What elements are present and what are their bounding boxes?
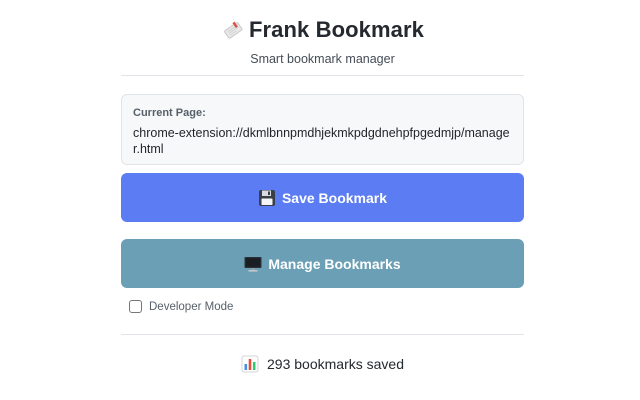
footer: 293 bookmarks saved: [121, 334, 524, 400]
save-bookmark-label: Save Bookmark: [281, 189, 388, 206]
floppy-disk-icon: [258, 189, 276, 207]
manage-bookmarks-button[interactable]: Manage Bookmarks: [121, 239, 524, 288]
developer-mode-toggle[interactable]: Developer Mode: [129, 300, 233, 313]
header: Frank Bookmark Smart bookmark manager: [121, 0, 524, 76]
bar-chart-icon: [241, 355, 259, 373]
app-subtitle: Smart bookmark manager: [250, 52, 395, 66]
stats-row: 293 bookmarks saved: [121, 355, 524, 373]
bookmark-popup: Frank Bookmark Smart bookmark manager Cu…: [121, 0, 524, 400]
app-title: Frank Bookmark: [248, 17, 424, 42]
manage-bookmarks-label: Manage Bookmarks: [268, 255, 401, 272]
current-page-box: Current Page: chrome-extension://dkmlbnn…: [121, 94, 524, 165]
bookmark-count: 293 bookmarks saved: [267, 356, 404, 372]
current-page-label: Current Page:: [133, 107, 206, 119]
title-row: Frank Bookmark: [121, 17, 524, 43]
bookmark-tag-icon: [221, 18, 245, 42]
save-bookmark-button[interactable]: Save Bookmark: [121, 173, 524, 222]
monitor-icon: [244, 255, 262, 273]
developer-mode-checkbox[interactable]: [129, 300, 142, 313]
current-page-url: chrome-extension://dkmlbnnpmdhjekmkpdgdn…: [133, 126, 510, 156]
developer-mode-label: Developer Mode: [149, 300, 234, 313]
